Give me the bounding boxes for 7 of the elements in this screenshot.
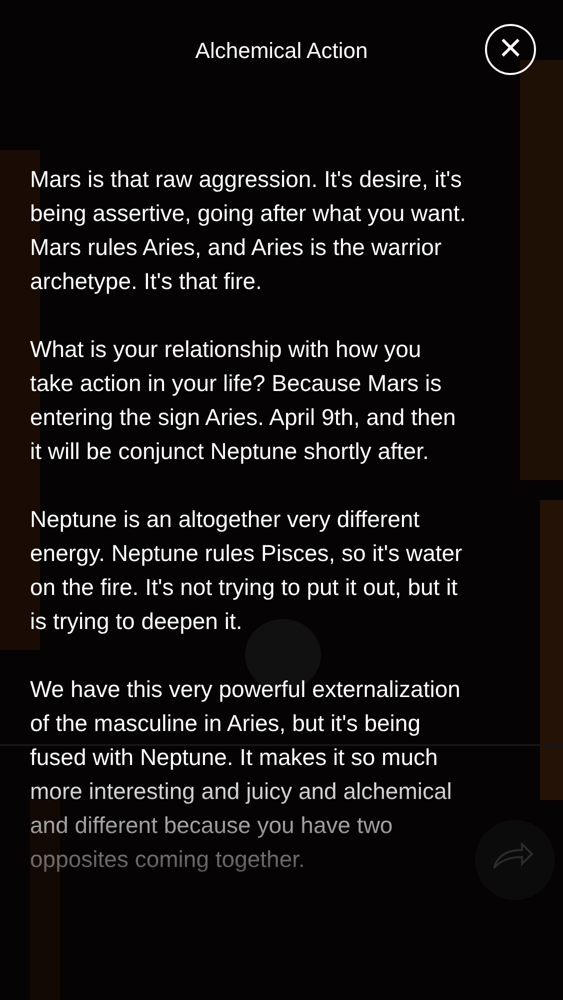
window-title: Alchemical Action bbox=[195, 36, 368, 64]
paragraph: We have this very powerful externalization of the masculine in Aries, but it's being fused with Neptune. It makes it so much more interesting and juicy and alchemical and different because you have two opposites coming together. bbox=[30, 675, 462, 874]
share-icon bbox=[492, 842, 534, 870]
paragraph: What is your relationship with how you take action in your life? Because Mars is entering the sign Aries. April 9th, and then it will be conjunct Neptune shortly after. bbox=[30, 335, 457, 466]
paragraph: Neptune is an altogether very different energy. Neptune rules Pisces, so it's water on the fire. It's not trying to put it out, but it is trying to deepen it. bbox=[30, 505, 464, 636]
paragraph: Mars is that raw aggression. It's desire, it's being assertive, going after what you want. Mars rules Aries, and Aries is the warrior archetype. It's that fire. bbox=[30, 165, 467, 296]
close-button[interactable]: × bbox=[485, 24, 536, 75]
